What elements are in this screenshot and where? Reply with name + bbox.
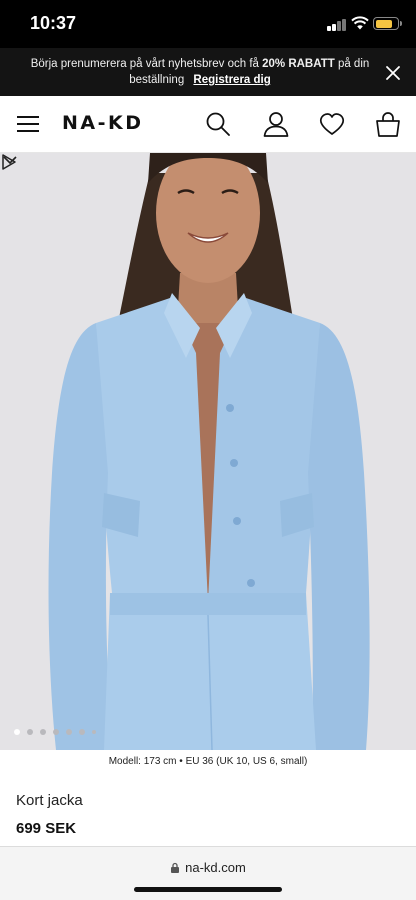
- battery-tip: [400, 21, 402, 26]
- gallery-dot[interactable]: [53, 729, 59, 735]
- play-icon[interactable]: [0, 153, 18, 171]
- product-name: Kort jacka: [16, 792, 83, 809]
- home-indicator[interactable]: [134, 887, 282, 892]
- gallery-dot[interactable]: [40, 729, 46, 735]
- gallery-dot[interactable]: [66, 729, 72, 735]
- promo-text: Börja prenumerera på vårt nyhetsbrev och…: [30, 56, 370, 88]
- gallery-dots[interactable]: [14, 727, 96, 737]
- register-link[interactable]: Registrera dig: [193, 74, 270, 86]
- promo-banner: Börja prenumerera på vårt nyhetsbrev och…: [0, 48, 416, 96]
- wifi-icon: [351, 16, 369, 30]
- status-bar: 10:37: [0, 0, 416, 48]
- product-price: 699 SEK: [16, 820, 77, 837]
- cart-icon[interactable]: [374, 110, 402, 138]
- browser-url-bar[interactable]: na-kd.com: [0, 846, 416, 900]
- url-text: na-kd.com: [185, 860, 246, 875]
- promo-text-before: Börja prenumerera på vårt nyhetsbrev och…: [30, 58, 263, 70]
- product-image[interactable]: [0, 153, 416, 750]
- site-logo[interactable]: NA-KD: [62, 112, 144, 134]
- model-info: Modell: 173 cm • EU 36 (UK 10, US 6, sma…: [108, 756, 308, 767]
- battery-icon: [373, 17, 399, 30]
- menu-icon[interactable]: [17, 114, 39, 132]
- gallery-dot[interactable]: [79, 729, 85, 735]
- account-icon[interactable]: [262, 110, 290, 138]
- lock-icon: [171, 862, 180, 873]
- wishlist-icon[interactable]: [318, 110, 346, 138]
- url-field[interactable]: na-kd.com: [0, 860, 416, 875]
- close-icon[interactable]: [384, 64, 402, 82]
- gallery-dot[interactable]: [27, 729, 33, 735]
- search-icon[interactable]: [204, 110, 232, 138]
- status-time: 10:37: [30, 13, 77, 33]
- product-photo: [0, 153, 416, 750]
- gallery-dot[interactable]: [14, 729, 20, 735]
- signal-icon: [327, 18, 347, 31]
- promo-highlight: 20% RABATT: [262, 58, 335, 70]
- gallery-dot[interactable]: [92, 730, 96, 734]
- site-header: NA-KD: [0, 96, 416, 153]
- product-info: Modell: 173 cm • EU 36 (UK 10, US 6, sma…: [0, 750, 416, 846]
